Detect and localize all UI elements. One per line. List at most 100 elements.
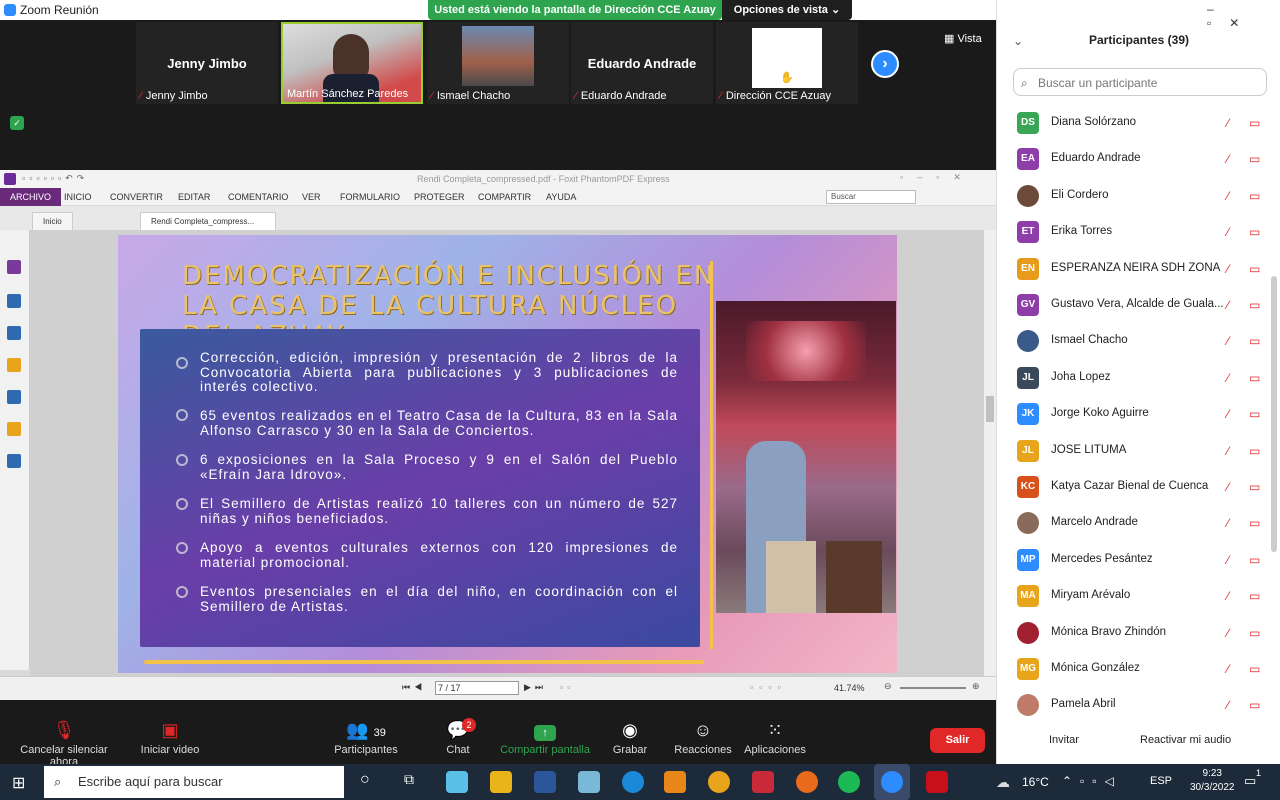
page-layout-icons[interactable]: ▫▫▫▫	[750, 682, 787, 692]
menu-comentario[interactable]: COMENTARIO	[228, 192, 288, 202]
invite-button[interactable]: Invitar	[1049, 734, 1079, 746]
security-shield-icon[interactable]: ✓	[10, 116, 24, 130]
leave-button[interactable]: Salir	[930, 728, 985, 753]
firefox-icon[interactable]	[796, 771, 818, 793]
tile-label: ⁄ Eduardo Andrade	[575, 90, 666, 102]
participant-tile[interactable]: ✋ ⁄ Dirección CCE Azuay	[716, 22, 858, 104]
weather-temp[interactable]: 16°C	[1022, 775, 1049, 789]
file-explorer-icon[interactable]	[490, 771, 512, 793]
acrobat-icon[interactable]	[926, 771, 948, 793]
first-prev-page-icons[interactable]: ⏮◀	[402, 682, 426, 693]
store-icon[interactable]	[752, 771, 774, 793]
menu-ver[interactable]: VER	[302, 192, 321, 202]
participant-row[interactable]: Eli Cordero ⁄ ▭	[997, 179, 1280, 215]
menu-archivo[interactable]: ARCHIVO	[0, 188, 62, 206]
app-icon[interactable]	[578, 771, 600, 793]
participant-row[interactable]: MA Miryam Arévalo ⁄ ▭	[997, 579, 1280, 615]
zoom-taskbar-icon[interactable]	[874, 764, 910, 800]
tab-document[interactable]: Rendi Completa_compress... ✕	[140, 212, 276, 244]
participant-row[interactable]: Marcelo Andrade ⁄ ▭	[997, 506, 1280, 542]
zoom-out-icon[interactable]: ⊖	[884, 681, 892, 692]
view-button[interactable]: ▦ Vista	[944, 32, 982, 45]
chat-button[interactable]: 💬 2 Chat	[436, 700, 480, 764]
participant-tile[interactable]: Jenny Jimbo ⁄ Jenny Jimbo	[136, 22, 278, 104]
participant-row[interactable]: Mónica Bravo Zhindón ⁄ ▭	[997, 616, 1280, 652]
participant-tile[interactable]: Martín Sánchez Paredes	[281, 22, 423, 104]
edge-icon[interactable]	[622, 771, 644, 793]
windows-start-icon[interactable]: ⊞	[12, 773, 25, 793]
reactions-button[interactable]: ☺ Reacciones	[672, 700, 734, 764]
comments-icon[interactable]	[7, 358, 21, 372]
participants-button[interactable]: 👥 39 Participantes	[330, 700, 402, 764]
participant-row[interactable]: DS Diana Solórzano ⁄ ▭	[997, 106, 1280, 142]
zoom-level[interactable]: 41.74%	[834, 683, 865, 693]
word-icon[interactable]	[534, 771, 556, 793]
video-off-icon: ▣	[161, 720, 179, 740]
pdf-search-input[interactable]: Buscar	[826, 190, 916, 204]
notification-icon[interactable]: ▭	[1244, 773, 1256, 789]
start-video-button[interactable]: ▣ Iniciar video	[130, 700, 210, 764]
system-tray-icons[interactable]: ⌃▫▫◁	[1062, 774, 1122, 788]
menu-inicio[interactable]: INICIO	[64, 192, 92, 202]
share-screen-button[interactable]: ↑ Compartir pantalla	[498, 700, 592, 764]
record-button[interactable]: ◉ Grabar	[606, 700, 654, 764]
input-language[interactable]: ESP	[1150, 775, 1172, 787]
participant-row[interactable]: JL JOSE LITUMA ⁄ ▭	[997, 434, 1280, 470]
menu-convertir[interactable]: CONVERTIR	[110, 192, 163, 202]
next-last-page-icons[interactable]: ▶⏭	[524, 682, 547, 693]
chrome-icon[interactable]	[708, 771, 730, 793]
page-number-input[interactable]: 7 / 17	[435, 681, 519, 695]
media-player-icon[interactable]	[664, 771, 686, 793]
unmute-button[interactable]: 🎙 Cancelar silenciar ahora	[6, 700, 122, 768]
participant-row[interactable]: MP Mercedes Pesántez ⁄ ▭	[997, 543, 1280, 579]
menu-compartir[interactable]: COMPARTIR	[478, 192, 531, 202]
participant-row[interactable]: ET Erika Torres ⁄ ▭	[997, 215, 1280, 251]
layers-icon[interactable]	[7, 326, 21, 340]
taskbar-clock[interactable]: 9:23 30/3/2022	[1190, 767, 1235, 795]
participant-row[interactable]: MG Mónica González ⁄ ▭	[997, 652, 1280, 688]
scrollbar-thumb[interactable]	[986, 396, 994, 422]
panel-scrollbar[interactable]	[1271, 276, 1277, 552]
foxit-logo-icon	[4, 173, 16, 185]
participant-row[interactable]: EN ESPERANZA NEIRA SDH ZONA 6 ⁄ ▭	[997, 252, 1280, 288]
participant-row[interactable]: KC Katya Cazar Bienal de Cuenca ⁄ ▭	[997, 470, 1280, 506]
slide-bullet: Corrección, edición, impresión y present…	[200, 350, 678, 394]
app-icon[interactable]	[446, 771, 468, 793]
task-view-icon[interactable]: ⧉	[404, 771, 426, 793]
menu-ayuda[interactable]: AYUDA	[546, 192, 576, 202]
view-options-button[interactable]: Opciones de vista ⌄	[722, 0, 852, 20]
window-controls[interactable]: –▫✕	[1207, 2, 1280, 30]
menu-editar[interactable]: EDITAR	[178, 192, 210, 202]
attachment-icon[interactable]	[7, 390, 21, 404]
pdf-scrollbar[interactable]	[984, 230, 996, 676]
participant-tile[interactable]: Eduardo Andrade ⁄ Eduardo Andrade	[571, 22, 713, 104]
participant-search-input[interactable]: ⌕ Buscar un participante	[1013, 68, 1267, 96]
window-controls[interactable]: ▫–▫✕	[900, 172, 975, 183]
pages-icon[interactable]	[7, 294, 21, 308]
bookmark-icon[interactable]	[7, 260, 21, 274]
participant-row[interactable]: EA Eduardo Andrade ⁄ ▭	[997, 142, 1280, 178]
signature-icon[interactable]	[7, 454, 21, 468]
taskbar-search-input[interactable]: ⌕ Escribe aquí para buscar	[44, 766, 344, 798]
zoom-in-icon[interactable]: ⊕	[972, 681, 980, 692]
zoom-slider[interactable]	[900, 687, 966, 689]
reactivate-audio-button[interactable]: Reactivar mi audio	[1140, 734, 1231, 746]
weather-icon[interactable]: ☁	[996, 774, 1010, 791]
participant-name: ESPERANZA NEIRA SDH ZONA 6	[1051, 261, 1223, 274]
participant-row[interactable]: JK Jorge Koko Aguirre ⁄ ▭	[997, 397, 1280, 433]
participant-row[interactable]: Pamela Abril ⁄ ▭	[997, 688, 1280, 724]
record-label: Grabar	[612, 744, 648, 756]
menu-formulario[interactable]: FORMULARIO	[340, 192, 400, 202]
tab-inicio[interactable]: Inicio	[32, 212, 73, 230]
participant-tile[interactable]: ⁄ Ismael Chacho	[427, 22, 569, 104]
apps-button[interactable]: ⁙ Aplicaciones	[742, 700, 808, 764]
participant-row[interactable]: Ismael Chacho ⁄ ▭	[997, 324, 1280, 360]
view-mode-icons[interactable]: ▫▫	[560, 682, 574, 692]
next-page-arrow-icon[interactable]: ›	[871, 50, 899, 78]
cortana-icon[interactable]: ○	[360, 771, 382, 793]
participant-row[interactable]: JL Joha Lopez ⁄ ▭	[997, 361, 1280, 397]
participant-row[interactable]: GV Gustavo Vera, Alcalde de Guala... ⁄ ▭	[997, 288, 1280, 324]
lock-icon[interactable]	[7, 422, 21, 436]
spotify-icon[interactable]	[838, 771, 860, 793]
menu-proteger[interactable]: PROTEGER	[414, 192, 465, 202]
